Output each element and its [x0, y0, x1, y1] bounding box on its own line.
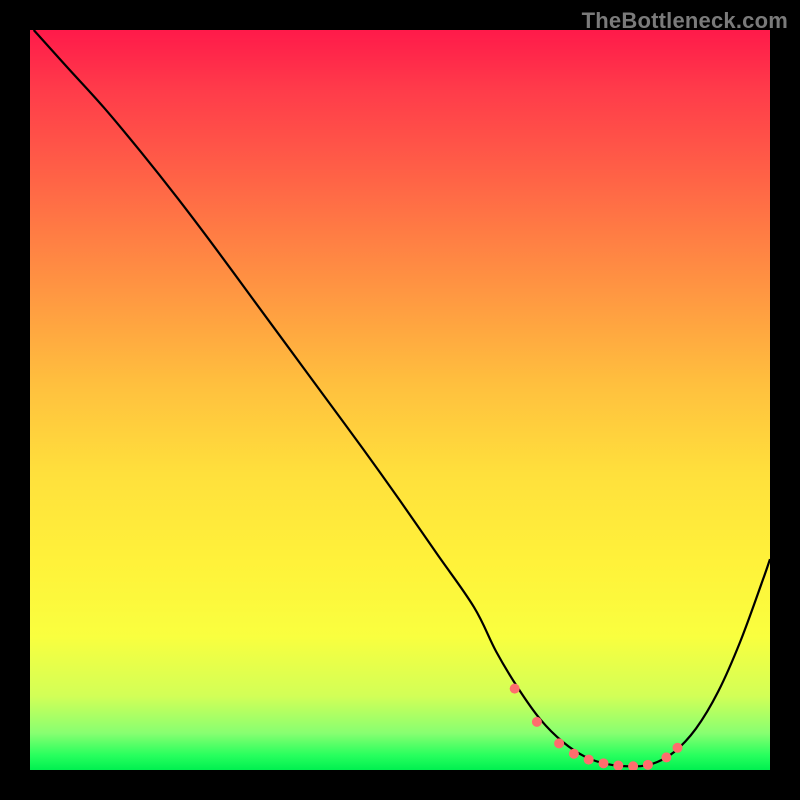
- plot-area: [30, 30, 770, 770]
- gradient-background: [30, 30, 770, 770]
- watermark-text: TheBottleneck.com: [582, 8, 788, 34]
- chart-container: TheBottleneck.com: [0, 0, 800, 800]
